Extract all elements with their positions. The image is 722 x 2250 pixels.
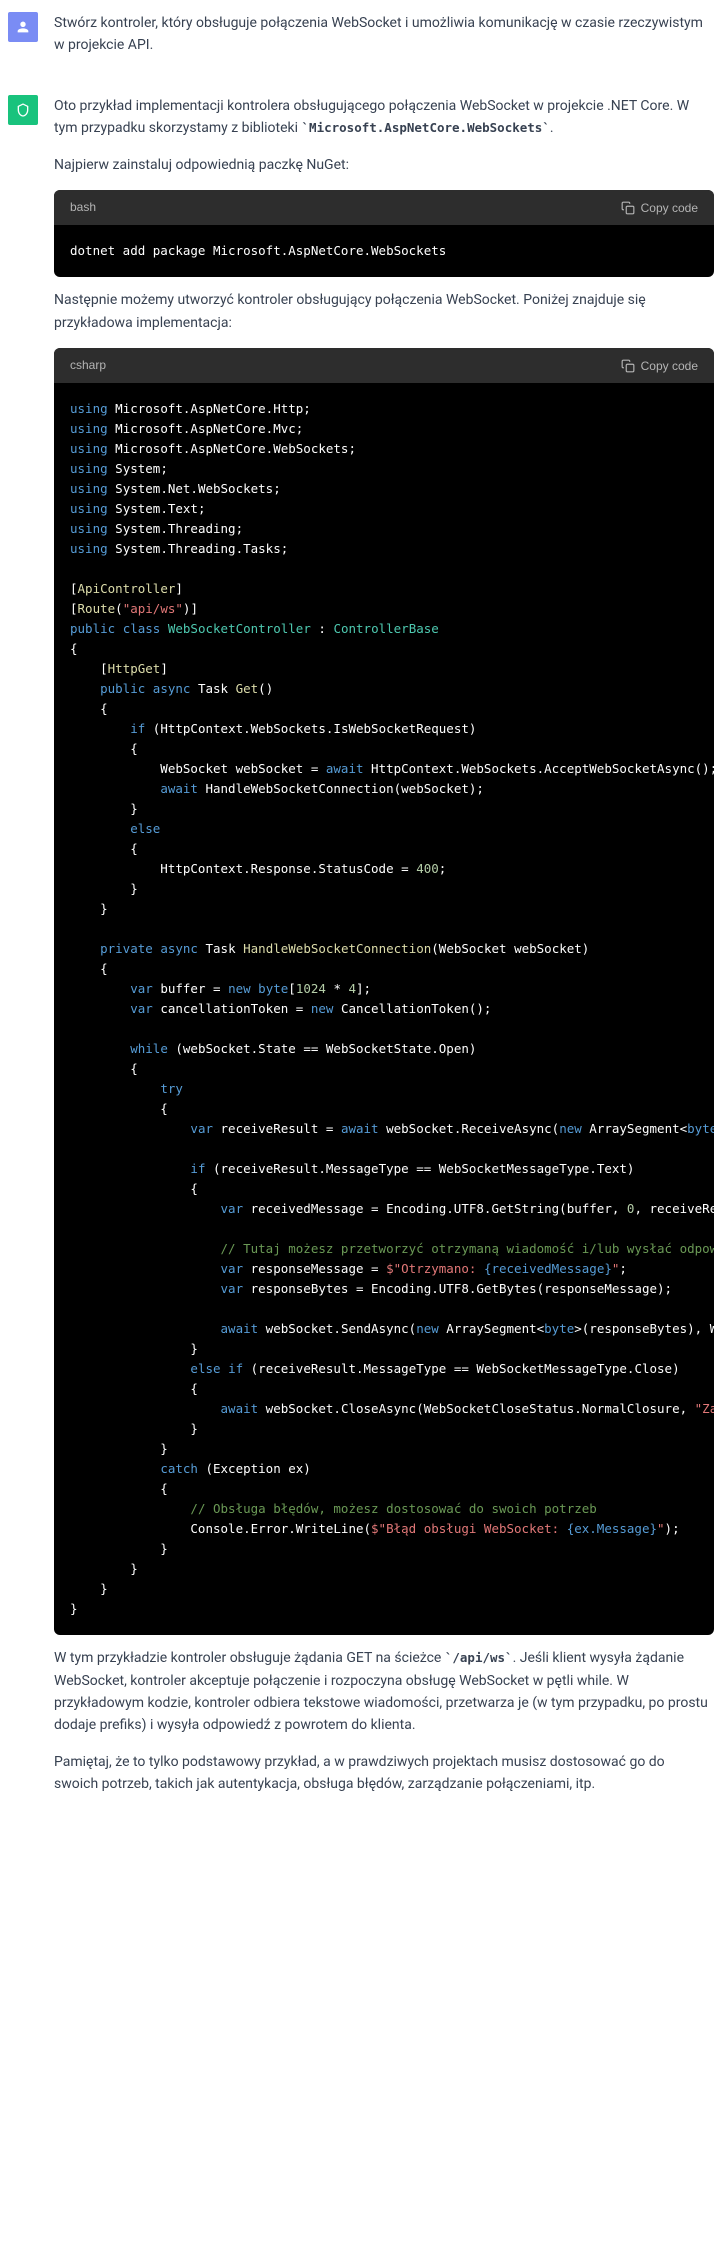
copy-label: Copy code: [641, 201, 698, 215]
copy-code-button[interactable]: Copy code: [621, 201, 698, 215]
text: W tym przykładzie kontroler obsługuje żą…: [54, 1650, 445, 1666]
intro-paragraph: Oto przykład implementacji kontrolera ob…: [54, 95, 710, 140]
code-header: csharp Copy code: [54, 348, 714, 383]
copy-code-button[interactable]: Copy code: [621, 359, 698, 373]
code-block-csharp: csharp Copy code using Microsoft.AspNetC…: [54, 348, 714, 1635]
clipboard-icon: [621, 359, 635, 373]
code-header: bash Copy code: [54, 190, 714, 225]
code-block-bash: bash Copy code dotnet add package Micros…: [54, 190, 714, 277]
code-lang-label: bash: [70, 198, 96, 217]
user-avatar: [8, 12, 38, 42]
paragraph: Najpierw zainstaluj odpowiednią paczkę N…: [54, 154, 710, 176]
code-text: using Microsoft.AspNetCore.Http; using M…: [70, 399, 698, 1619]
paragraph: Pamiętaj, że to tylko podstawowy przykła…: [54, 1751, 710, 1796]
clipboard-icon: [621, 201, 635, 215]
assistant-message: Oto przykład implementacji kontrolera ob…: [0, 83, 722, 1822]
inline-code: `Microsoft.AspNetCore.WebSockets`: [302, 120, 550, 135]
code-lang-label: csharp: [70, 356, 106, 375]
text: .: [550, 120, 554, 136]
paragraph: Następnie możemy utworzyć kontroler obsł…: [54, 289, 710, 334]
inline-code: `/api/ws`: [445, 1650, 513, 1665]
code-text: dotnet add package Microsoft.AspNetCore.…: [70, 241, 698, 261]
assistant-avatar: [8, 95, 38, 125]
code-content[interactable]: using Microsoft.AspNetCore.Http; using M…: [54, 383, 714, 1635]
user-message: Stwórz kontroler, który obsługuje połącz…: [0, 0, 722, 83]
paragraph: W tym przykładzie kontroler obsługuje żą…: [54, 1647, 710, 1737]
code-content[interactable]: dotnet add package Microsoft.AspNetCore.…: [54, 225, 714, 277]
copy-label: Copy code: [641, 359, 698, 373]
user-text: Stwórz kontroler, który obsługuje połącz…: [54, 12, 710, 57]
